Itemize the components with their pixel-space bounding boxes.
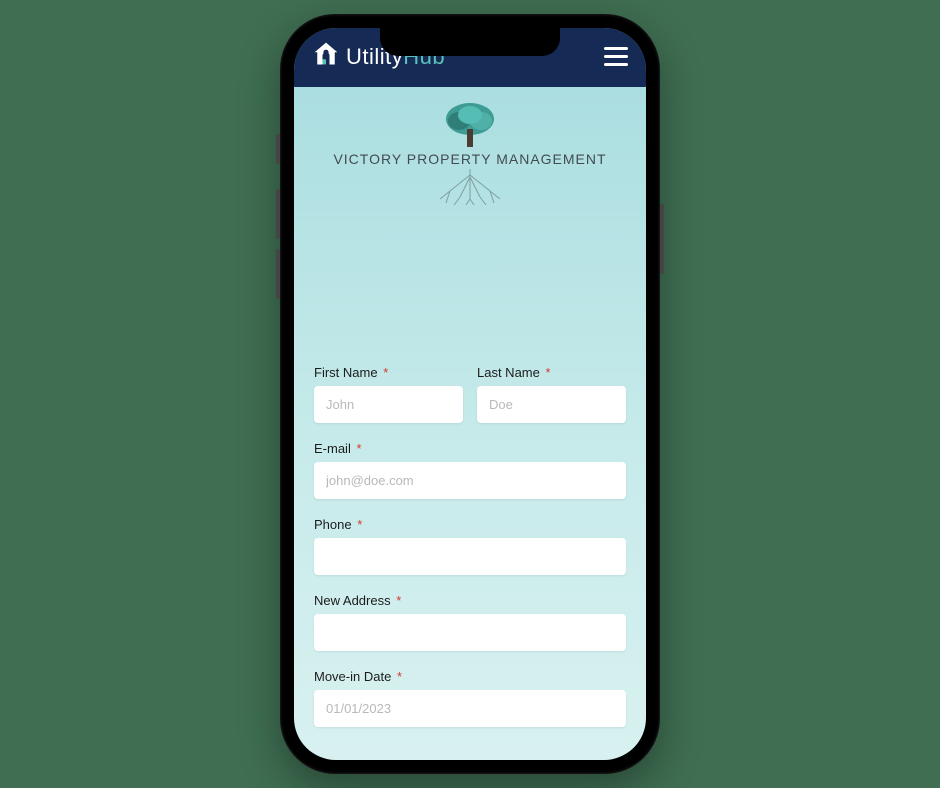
movein-input[interactable] bbox=[314, 690, 626, 727]
first-name-input[interactable] bbox=[314, 386, 463, 423]
field-first-name: First Name * bbox=[314, 365, 463, 423]
required-marker: * bbox=[546, 365, 551, 380]
last-name-label: Last Name * bbox=[477, 365, 626, 380]
email-input[interactable] bbox=[314, 462, 626, 499]
signup-form: First Name * Last Name * E-mail * bbox=[294, 205, 646, 727]
required-marker: * bbox=[356, 441, 361, 456]
required-marker: * bbox=[383, 365, 388, 380]
required-marker: * bbox=[396, 593, 401, 608]
address-input[interactable] bbox=[314, 614, 626, 651]
required-marker: * bbox=[357, 517, 362, 532]
required-marker: * bbox=[397, 669, 402, 684]
tree-icon bbox=[441, 101, 499, 147]
last-name-input[interactable] bbox=[477, 386, 626, 423]
field-last-name: Last Name * bbox=[477, 365, 626, 423]
phone-power-button bbox=[660, 204, 664, 274]
hamburger-menu-icon[interactable] bbox=[604, 47, 628, 66]
phone-label: Phone * bbox=[314, 517, 626, 532]
roots-icon bbox=[430, 169, 510, 205]
field-email: E-mail * bbox=[314, 441, 626, 499]
company-logo-block: VICTORY PROPERTY MANAGEMENT bbox=[294, 87, 646, 205]
first-name-label: First Name * bbox=[314, 365, 463, 380]
phone-frame: UtilityHub VICTORY PROPERTY MANAGEMENT bbox=[280, 14, 660, 774]
address-label: New Address * bbox=[314, 593, 626, 608]
phone-notch bbox=[380, 28, 560, 56]
phone-volume-down bbox=[276, 249, 280, 299]
phone-screen: UtilityHub VICTORY PROPERTY MANAGEMENT bbox=[294, 28, 646, 760]
field-address: New Address * bbox=[314, 593, 626, 651]
field-movein-date: Move-in Date * bbox=[314, 669, 626, 727]
phone-mute-switch bbox=[276, 134, 280, 164]
movein-label: Move-in Date * bbox=[314, 669, 626, 684]
field-phone: Phone * bbox=[314, 517, 626, 575]
brand-house-icon bbox=[312, 40, 340, 73]
email-label: E-mail * bbox=[314, 441, 626, 456]
phone-input[interactable] bbox=[314, 538, 626, 575]
phone-volume-up bbox=[276, 189, 280, 239]
company-name: VICTORY PROPERTY MANAGEMENT bbox=[304, 151, 636, 167]
